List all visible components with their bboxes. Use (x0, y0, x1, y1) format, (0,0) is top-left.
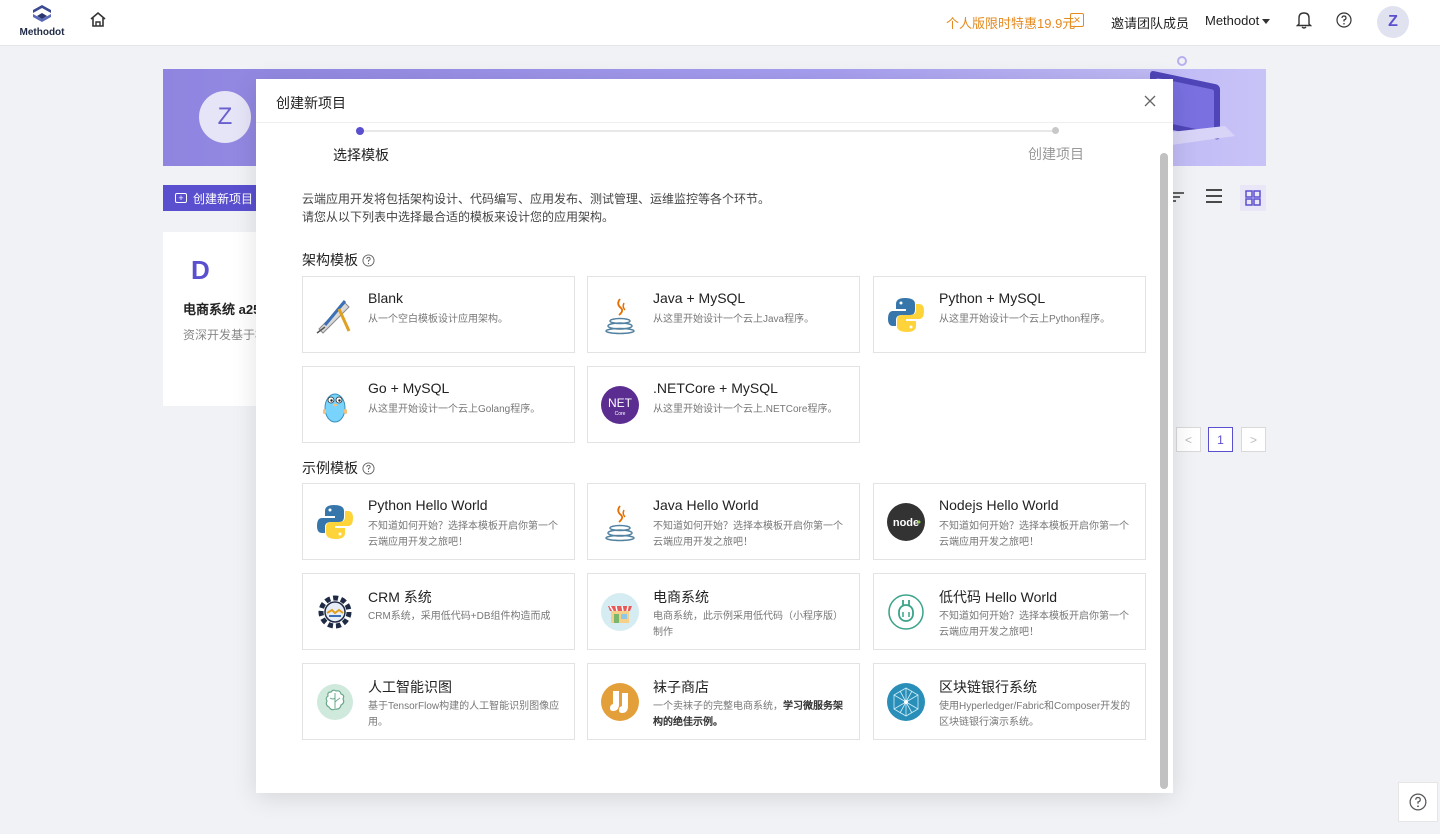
card-title: .NETCore + MySQL (653, 380, 778, 396)
step-2-dot (1052, 127, 1059, 134)
card-desc: 一个卖袜子的完整电商系统，学习微服务架构的绝佳示例。 (653, 699, 849, 731)
promo-link[interactable]: 个人版限时特惠19.9元 (946, 13, 1075, 32)
java-icon (605, 505, 635, 542)
modal-scrollbar[interactable] (1160, 153, 1168, 789)
blockchain-icon (887, 683, 925, 721)
home-icon[interactable] (89, 11, 107, 29)
blank-drafting-icon (316, 300, 351, 334)
example-section-title: 示例模板 (302, 458, 375, 478)
card-title: 袜子商店 (653, 679, 709, 695)
card-title: 人工智能识图 (368, 679, 452, 695)
arch-section-title: 架构模板 (302, 250, 375, 270)
plug-icon (888, 594, 924, 630)
template-card-java-mysql[interactable]: Java + MySQL 从这里开始设计一个云上Java程序。 (587, 276, 860, 353)
team-dropdown[interactable]: Methodot (1205, 13, 1271, 28)
java-icon (605, 298, 635, 335)
invite-members-button[interactable]: 邀请团队成员 (1111, 13, 1189, 32)
card-desc: 不知道如何开始？选择本模板开启你第一个云端应用开发之旅吧！ (368, 521, 558, 548)
python-icon (317, 505, 353, 539)
card-desc: 基于TensorFlow构建的人工智能识别图像应用。 (368, 701, 560, 728)
template-card-python-mysql[interactable]: Python + MySQL 从这里开始设计一个云上Python程序。 (873, 276, 1146, 353)
card-title: Blank (368, 290, 404, 306)
card-desc: 不知道如何开始？选择本模板开启你第一个云端应用开发之旅吧！ (939, 611, 1129, 638)
card-title: Java + MySQL (653, 290, 746, 306)
template-card-go-mysql[interactable]: Go + MySQL 从这里开始设计一个云上Golang程序。 (302, 366, 575, 443)
card-desc: 不知道如何开始？选择本模板开启你第一个云端应用开发之旅吧！ (939, 521, 1129, 548)
modal-header: 创建新项目 (256, 79, 1173, 123)
intro-line-2: 请您从以下列表中选择最合适的模板来设计您的应用架构。 (302, 210, 615, 224)
go-gopher-icon (323, 393, 347, 423)
card-desc: 不知道如何开始？选择本模板开启你第一个云端应用开发之旅吧！ (653, 521, 843, 548)
steps-line (360, 130, 1055, 132)
top-navbar: Methodot 个人版限时特惠19.9元 ✕ 邀请团队成员 Methodot … (0, 0, 1440, 46)
card-desc: 从这里开始设计一个云上Golang程序。 (368, 404, 541, 415)
template-card-blank[interactable]: Blank 从一个空白模板设计应用架构。 (302, 276, 575, 353)
template-card-crm[interactable]: CRM 系统 CRM系统，采用低代码+DB组件构造而成 (302, 573, 575, 650)
promo-badge-icon: ✕ (1070, 13, 1084, 27)
template-card-lowcode-hello[interactable]: 低代码 Hello World 不知道如何开始？选择本模板开启你第一个云端应用开… (873, 573, 1146, 650)
crm-gear-icon (318, 595, 352, 629)
caret-down-icon (1262, 19, 1271, 25)
card-title: Go + MySQL (368, 380, 450, 396)
logo-text: Methodot (19, 27, 65, 38)
card-desc: 从这里开始设计一个云上Java程序。 (653, 314, 815, 325)
python-icon (888, 298, 924, 332)
template-card-blockchain-bank[interactable]: 区块链银行系统 使用Hyperledger/Fabric和Composer开发的… (873, 663, 1146, 740)
template-card-java-hello[interactable]: Java Hello World 不知道如何开始？选择本模板开启你第一个云端应用… (587, 483, 860, 560)
intro-line-1: 云端应用开发将包括架构设计、代码编写、应用发布、测试管理、运维监控等各个环节。 (302, 192, 771, 206)
brain-icon (317, 684, 353, 720)
svg-text:node: node (893, 517, 919, 529)
card-desc: 从这里开始设计一个云上Python程序。 (939, 314, 1111, 325)
methodot-logo[interactable]: Methodot (18, 4, 66, 42)
modal-title: 创建新项目 (276, 95, 346, 111)
help-icon[interactable] (1336, 12, 1352, 28)
card-desc: 从一个空白模板设计应用架构。 (368, 314, 508, 325)
template-card-python-hello[interactable]: Python Hello World 不知道如何开始？选择本模板开启你第一个云端… (302, 483, 575, 560)
create-project-modal: 创建新项目 选择模板 创建项目 云端应用开发将包括架构设计、代码编写、应用发布、… (256, 79, 1173, 793)
card-desc: 电商系统，此示例采用低代码（小程序版）制作 (653, 611, 843, 638)
card-title: 低代码 Hello World (939, 589, 1057, 605)
card-title: 区块链银行系统 (939, 679, 1037, 695)
card-desc: CRM系统，采用低代码+DB组件构造而成 (368, 611, 551, 622)
socks-icon (601, 683, 639, 721)
svg-text:NET: NET (608, 396, 633, 410)
arch-section-label: 架构模板 (302, 252, 358, 268)
template-card-ai-vision[interactable]: 人工智能识图 基于TensorFlow构建的人工智能识别图像应用。 (302, 663, 575, 740)
dotnet-icon: NET Core (601, 386, 639, 424)
intro-text: 云端应用开发将包括架构设计、代码编写、应用发布、测试管理、运维监控等各个环节。 … (302, 190, 770, 226)
card-title: CRM 系统 (368, 589, 432, 605)
card-desc-plain: 一个卖袜子的完整电商系统， (653, 701, 783, 712)
card-desc: 从这里开始设计一个云上.NETCore程序。 (653, 404, 838, 415)
methodot-logo-icon (33, 5, 51, 22)
nodejs-icon: node (887, 503, 925, 541)
svg-text:Core: Core (615, 411, 626, 417)
step-1-label: 选择模板 (333, 147, 389, 163)
template-card-ecommerce[interactable]: 电商系统 电商系统，此示例采用低代码（小程序版）制作 (587, 573, 860, 650)
question-icon[interactable] (362, 253, 375, 267)
card-title: Nodejs Hello World (939, 497, 1059, 513)
template-card-dotnet-mysql[interactable]: NET Core .NETCore + MySQL 从这里开始设计一个云上.NE… (587, 366, 860, 443)
card-title: Python Hello World (368, 497, 488, 513)
shop-icon (601, 593, 639, 631)
close-icon[interactable] (1143, 94, 1157, 108)
user-avatar[interactable]: Z (1377, 6, 1409, 38)
step-1-dot (356, 127, 364, 135)
team-name: Methodot (1205, 13, 1260, 28)
card-title: 电商系统 (653, 589, 709, 605)
card-desc: 使用Hyperledger/Fabric和Composer开发的区块链银行演示系… (939, 701, 1131, 728)
card-title: Python + MySQL (939, 290, 1046, 306)
bell-icon[interactable] (1296, 11, 1312, 29)
question-icon[interactable] (362, 461, 375, 475)
card-title: Java Hello World (653, 497, 759, 513)
template-card-sock-shop[interactable]: 袜子商店 一个卖袜子的完整电商系统，学习微服务架构的绝佳示例。 (587, 663, 860, 740)
step-2-label: 创建项目 (1028, 146, 1084, 162)
template-card-nodejs-hello[interactable]: node Nodejs Hello World 不知道如何开始？选择本模板开启你… (873, 483, 1146, 560)
example-section-label: 示例模板 (302, 460, 358, 476)
